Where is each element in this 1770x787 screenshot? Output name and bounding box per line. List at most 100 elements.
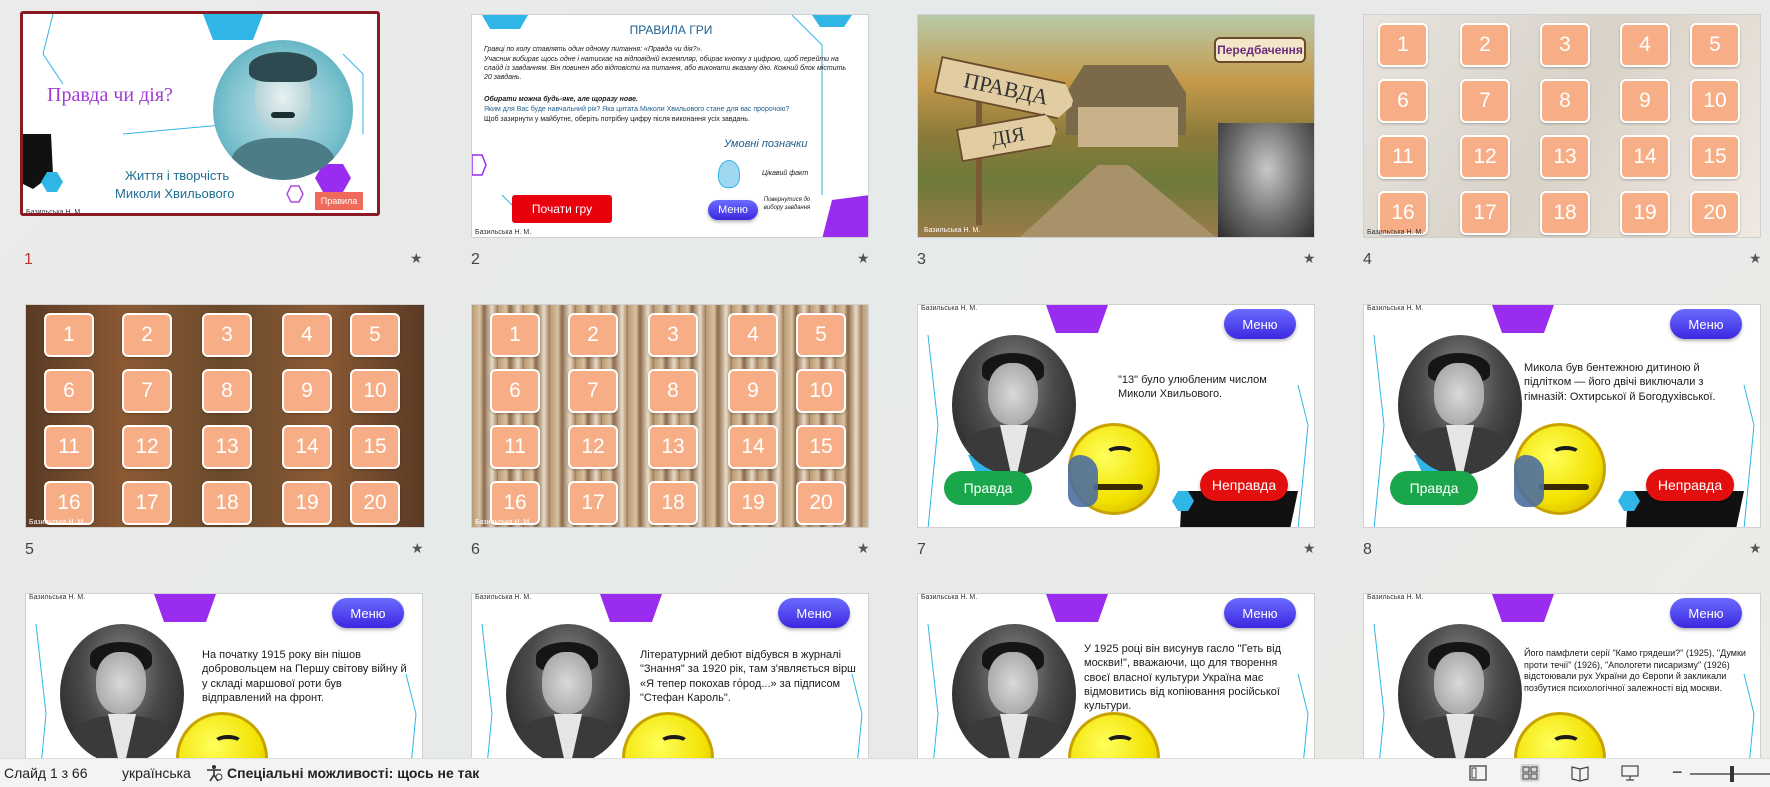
number-tile-10[interactable]: 10 xyxy=(350,369,400,413)
slide-thumbnail-1[interactable]: Правда чи дія? Життя і творчість Миколи … xyxy=(20,11,380,216)
slide-thumbnail-10[interactable]: Літературний дебют відбувся в журналі "З… xyxy=(471,593,869,758)
star-icon[interactable]: ★ xyxy=(857,251,870,267)
number-tile-5[interactable]: 5 xyxy=(1690,23,1740,67)
number-tile-7[interactable]: 7 xyxy=(568,369,618,413)
star-icon[interactable]: ★ xyxy=(1303,251,1316,267)
number-tile-4[interactable]: 4 xyxy=(282,313,332,357)
number-tile-14[interactable]: 14 xyxy=(282,425,332,469)
rules-button[interactable]: Правила xyxy=(315,192,363,210)
number-tile-8[interactable]: 8 xyxy=(648,369,698,413)
number-tile-13[interactable]: 13 xyxy=(648,425,698,469)
slide-thumbnail-12[interactable]: Його памфлети серії "Камо грядеши?" (192… xyxy=(1363,593,1761,758)
number-tile-8[interactable]: 8 xyxy=(1540,79,1590,123)
star-icon[interactable]: ★ xyxy=(1303,541,1316,557)
start-game-button[interactable]: Почати гру xyxy=(512,195,612,223)
number-tile-2[interactable]: 2 xyxy=(122,313,172,357)
slide-thumbnail-2[interactable]: ПРАВИЛА ГРИ Гравці по колу ставлять один… xyxy=(471,14,869,238)
number-tile-4[interactable]: 4 xyxy=(1620,23,1670,67)
reading-view-icon[interactable] xyxy=(1570,764,1590,782)
number-tile-17[interactable]: 17 xyxy=(568,481,618,525)
number-tile-12[interactable]: 12 xyxy=(1460,135,1510,179)
true-button[interactable]: Правда xyxy=(944,471,1032,505)
number-tile-7[interactable]: 7 xyxy=(1460,79,1510,123)
number-tile-17[interactable]: 17 xyxy=(1460,191,1510,235)
number-tile-17[interactable]: 17 xyxy=(122,481,172,525)
number-tile-15[interactable]: 15 xyxy=(1690,135,1740,179)
number-tile-2[interactable]: 2 xyxy=(1460,23,1510,67)
slide-thumbnail-5[interactable]: 1 2 3 4 5 6 7 8 9 10 11 12 13 14 15 16 17 18 19 20 Базильськ… xyxy=(25,304,425,528)
number-tile-3[interactable]: 3 xyxy=(1540,23,1590,67)
star-icon[interactable]: ★ xyxy=(410,251,423,267)
number-tile-18[interactable]: 18 xyxy=(202,481,252,525)
number-tile-6[interactable]: 6 xyxy=(44,369,94,413)
number-tile-12[interactable]: 12 xyxy=(122,425,172,469)
menu-button[interactable]: Меню xyxy=(332,598,404,628)
number-tile-11[interactable]: 11 xyxy=(1378,135,1428,179)
number-tile-10[interactable]: 10 xyxy=(1690,79,1740,123)
menu-button[interactable]: Меню xyxy=(1670,309,1742,339)
number-tile-13[interactable]: 13 xyxy=(202,425,252,469)
number-tile-6[interactable]: 6 xyxy=(490,369,540,413)
number-tile-9[interactable]: 9 xyxy=(1620,79,1670,123)
zoom-minus-icon[interactable]: − xyxy=(1672,762,1683,783)
number-tile-19[interactable]: 19 xyxy=(282,481,332,525)
slide-sorter-icon[interactable] xyxy=(1520,764,1540,782)
accessibility-status[interactable]: Спеціальні можливості: щось не так xyxy=(227,765,479,781)
zoom-slider-thumb[interactable] xyxy=(1730,766,1734,782)
normal-view-icon[interactable] xyxy=(1468,764,1488,782)
menu-button[interactable]: Меню xyxy=(1670,598,1742,628)
number-tile-19[interactable]: 19 xyxy=(1620,191,1670,235)
number-tile-6[interactable]: 6 xyxy=(1378,79,1428,123)
number-tile-8[interactable]: 8 xyxy=(202,369,252,413)
number-tile-20[interactable]: 20 xyxy=(1690,191,1740,235)
menu-button[interactable]: Меню xyxy=(778,598,850,628)
number-tile-14[interactable]: 14 xyxy=(1620,135,1670,179)
number-tile-14[interactable]: 14 xyxy=(728,425,778,469)
slide-thumbnail-4[interactable]: 1 2 3 4 5 6 7 8 9 10 11 12 13 14 15 16 17 18 19 20 Базильськ… xyxy=(1363,14,1761,238)
number-tile-20[interactable]: 20 xyxy=(350,481,400,525)
language-indicator[interactable]: українська xyxy=(122,765,191,781)
number-tile-2[interactable]: 2 xyxy=(568,313,618,357)
menu-button[interactable]: Меню xyxy=(1224,309,1296,339)
number-tile-3[interactable]: 3 xyxy=(648,313,698,357)
slide-thumbnail-9[interactable]: На початку 1915 року він пішов доброволь… xyxy=(25,593,423,758)
number-tile-1[interactable]: 1 xyxy=(44,313,94,357)
slideshow-icon[interactable] xyxy=(1620,764,1640,782)
star-icon[interactable]: ★ xyxy=(411,541,424,557)
number-tile-10[interactable]: 10 xyxy=(796,369,846,413)
slide-thumbnail-6[interactable]: 1 2 3 4 5 6 7 8 9 10 11 12 13 14 15 16 17 18 19 20 Базильськ… xyxy=(471,304,869,528)
number-tile-5[interactable]: 5 xyxy=(796,313,846,357)
number-tile-5[interactable]: 5 xyxy=(350,313,400,357)
number-tile-7[interactable]: 7 xyxy=(122,369,172,413)
number-tile-13[interactable]: 13 xyxy=(1540,135,1590,179)
number-tile-19[interactable]: 19 xyxy=(728,481,778,525)
true-button[interactable]: Правда xyxy=(1390,471,1478,505)
number-tile-3[interactable]: 3 xyxy=(202,313,252,357)
number-tile-15[interactable]: 15 xyxy=(796,425,846,469)
fact-text: Літературний дебют відбувся в журналі "З… xyxy=(640,649,856,704)
false-button[interactable]: Неправда xyxy=(1200,469,1288,501)
number-tile-1[interactable]: 1 xyxy=(490,313,540,357)
slide-thumbnail-7[interactable]: "13" було улюбленим числом Миколи Хвильо… xyxy=(917,304,1315,528)
number-tile-15[interactable]: 15 xyxy=(350,425,400,469)
number-tile-18[interactable]: 18 xyxy=(1540,191,1590,235)
slide-thumbnail-11[interactable]: У 1925 році він висунув гасло "Геть від … xyxy=(917,593,1315,758)
number-tile-11[interactable]: 11 xyxy=(490,425,540,469)
number-tile-20[interactable]: 20 xyxy=(796,481,846,525)
menu-button[interactable]: Меню xyxy=(1224,598,1296,628)
number-tile-11[interactable]: 11 xyxy=(44,425,94,469)
number-tile-9[interactable]: 9 xyxy=(282,369,332,413)
false-button[interactable]: Неправда xyxy=(1646,469,1734,501)
number-tile-4[interactable]: 4 xyxy=(728,313,778,357)
slide-thumbnail-8[interactable]: Микола був бентежною дитиною й підлітком… xyxy=(1363,304,1761,528)
number-tile-9[interactable]: 9 xyxy=(728,369,778,413)
star-icon[interactable]: ★ xyxy=(857,541,870,557)
number-tile-12[interactable]: 12 xyxy=(568,425,618,469)
number-tile-18[interactable]: 18 xyxy=(648,481,698,525)
star-icon[interactable]: ★ xyxy=(1749,541,1762,557)
slide-thumbnail-3[interactable]: Передбачення ПРАВДА ДІЯ Базильська Н. М. xyxy=(917,14,1315,238)
number-tile-1[interactable]: 1 xyxy=(1378,23,1428,67)
accessibility-icon[interactable] xyxy=(204,764,224,782)
slide-counter[interactable]: Слайд 1 з 66 xyxy=(4,765,88,781)
star-icon[interactable]: ★ xyxy=(1749,251,1762,267)
